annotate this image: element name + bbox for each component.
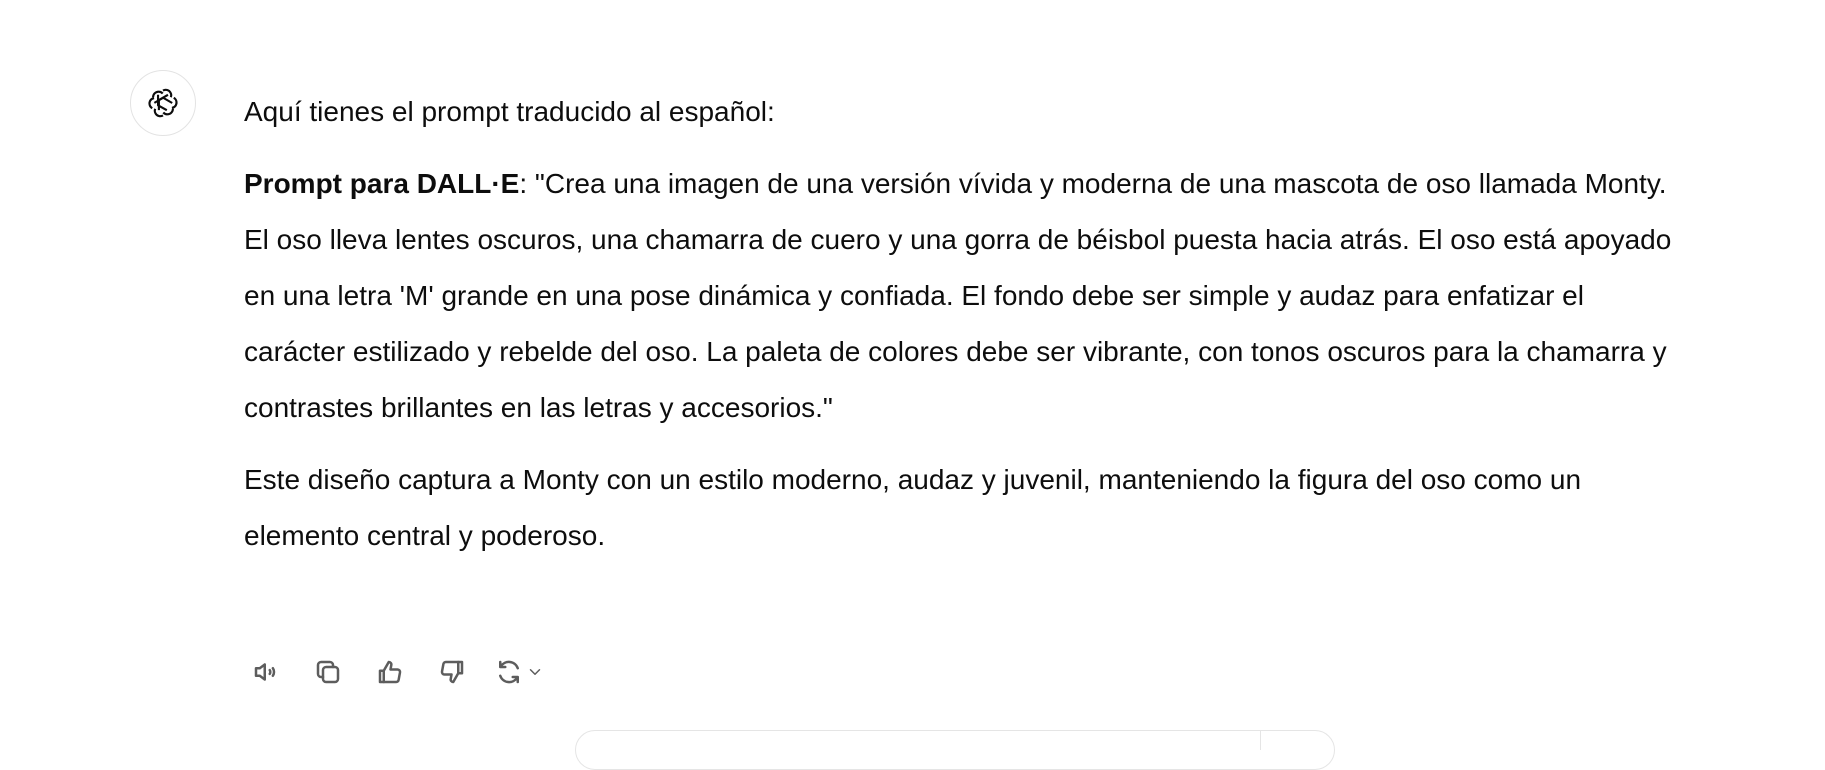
thumbs-down-icon — [440, 660, 464, 684]
message-content: Aquí tienes el prompt traducido al españ… — [244, 84, 1684, 580]
openai-logo-icon — [148, 88, 178, 118]
copy-icon — [316, 660, 340, 684]
thumbs-down-button[interactable] — [430, 650, 474, 694]
composer-input-edge[interactable] — [575, 730, 1335, 770]
regenerate-icon — [499, 660, 519, 684]
copy-button[interactable] — [306, 650, 350, 694]
speaker-icon — [254, 663, 276, 681]
read-aloud-button[interactable] — [244, 650, 288, 694]
message-actions — [244, 650, 546, 694]
message-intro: Aquí tienes el prompt traducido al españ… — [244, 96, 775, 127]
prompt-text: : "Crea una imagen de una versión vívida… — [244, 168, 1672, 423]
message-prompt: Prompt para DALL·E: "Crea una imagen de … — [244, 156, 1684, 436]
thumbs-up-button[interactable] — [368, 650, 412, 694]
assistant-avatar — [130, 70, 196, 136]
message-closing: Este diseño captura a Monty con un estil… — [244, 464, 1582, 551]
regenerate-button[interactable] — [492, 650, 546, 694]
composer-divider — [1260, 730, 1261, 750]
thumbs-up-icon — [378, 660, 402, 684]
chevron-down-icon — [529, 669, 541, 675]
prompt-label: Prompt para DALL·E — [244, 168, 520, 199]
